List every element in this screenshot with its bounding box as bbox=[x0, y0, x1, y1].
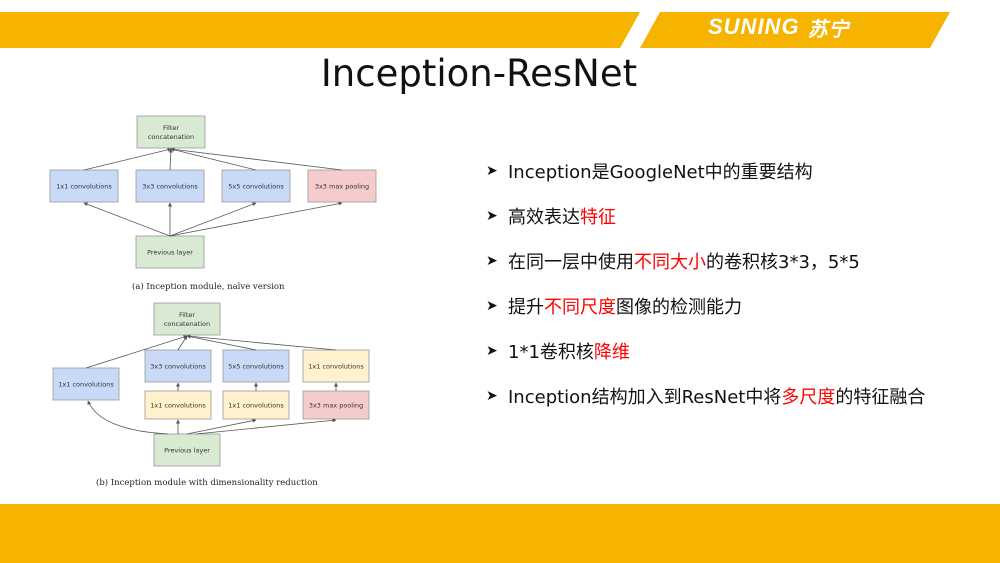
arrow-connector bbox=[186, 418, 257, 435]
suning-logo: SUNING 苏宁 bbox=[708, 14, 850, 41]
caption-a: (a) Inception module, naïve version bbox=[132, 281, 285, 292]
bullet-item: ➤ 1*1卷积核 降维 bbox=[486, 328, 986, 373]
bottom-banner bbox=[0, 504, 1000, 563]
inception-b-lower-label: 1x1 convolutions bbox=[150, 402, 206, 410]
arrow-bullet-icon: ➤ bbox=[486, 162, 498, 179]
arrow-bullet-icon: ➤ bbox=[486, 387, 498, 404]
inception-b-upper-label: 3x3 convolutions bbox=[150, 363, 206, 371]
arrow-connector bbox=[195, 418, 337, 435]
arrow-bullet-icon: ➤ bbox=[486, 342, 498, 359]
arrow-connector bbox=[83, 147, 172, 171]
inception-a-branch-label: 5x5 convolutions bbox=[228, 183, 284, 191]
caption-b: (b) Inception module with dimensionality… bbox=[96, 477, 318, 488]
bullet-item: ➤ 提升 不同尺度 图像的检测能力 bbox=[486, 283, 986, 328]
bullet-text: 在同一层中使用 bbox=[508, 251, 634, 273]
bullet-item: ➤ Inception结构加入到ResNet中将 多尺度 的特征融合 bbox=[486, 373, 986, 418]
highlight-text: 降维 bbox=[593, 341, 630, 363]
filter-concat-b-box bbox=[153, 302, 221, 336]
slide-title: Inception-ResNet bbox=[320, 52, 638, 95]
highlight-text: 多尺度 bbox=[781, 386, 836, 408]
inception-a-branch-label: 3x3 convolutions bbox=[142, 183, 198, 191]
bullet-text: Inception结构加入到ResNet中将 bbox=[508, 386, 782, 408]
bullet-item: ➤ Inception是GoogleNet中的重要结构 bbox=[486, 148, 986, 193]
bullet-item: ➤ 在同一层中使用 不同大小 的卷积核3*3，5*5 bbox=[486, 238, 986, 283]
arrow-bullet-icon: ➤ bbox=[486, 252, 498, 269]
arrow-bullet-icon: ➤ bbox=[486, 297, 498, 314]
arrow-connector bbox=[169, 201, 343, 237]
inception-b-lower-label: 3x3 max pooling bbox=[309, 402, 363, 410]
brand-cn: 苏宁 bbox=[807, 16, 850, 41]
arrow-connector bbox=[168, 148, 173, 171]
bullet-text: 1*1卷积核 bbox=[508, 341, 594, 363]
bullet-text: 的特征融合 bbox=[835, 386, 926, 408]
highlight-text: 不同尺度 bbox=[544, 296, 616, 318]
arrow-connector bbox=[170, 147, 343, 171]
inception-b-lower-label: 1x1 convolutions bbox=[228, 402, 284, 410]
arrow-connector bbox=[186, 334, 337, 351]
bullet-text: 提升 bbox=[508, 296, 544, 318]
inception-b-upper-label: 1x1 convolutions bbox=[308, 363, 364, 371]
arrow-connector bbox=[170, 147, 257, 171]
arrow-connector bbox=[83, 202, 171, 237]
bullet-text: 图像的检测能力 bbox=[616, 296, 742, 318]
bullet-list: ➤ Inception是GoogleNet中的重要结构 ➤ 高效表达 特征 ➤ 在同一层中使… bbox=[486, 148, 986, 418]
highlight-text: 特征 bbox=[580, 206, 616, 228]
inception-a-branch-label: 1x1 convolutions bbox=[56, 183, 112, 191]
top-banner bbox=[0, 12, 950, 48]
bullet-text: 高效表达 bbox=[508, 206, 580, 228]
inception-b-left-label: 1x1 convolutions bbox=[58, 381, 114, 389]
arrow-connector bbox=[186, 334, 257, 351]
inception-diagram: Filter concatenation1x1 convolutions 3x3 c… bbox=[49, 115, 377, 488]
filter-concat-a-box bbox=[136, 115, 206, 149]
arrow-bullet-icon: ➤ bbox=[486, 207, 498, 224]
inception-b-upper-label: 5x5 convolutions bbox=[228, 363, 284, 371]
arrow-connector bbox=[169, 202, 257, 237]
brand-latin: SUNING bbox=[708, 14, 800, 39]
highlight-text: 不同大小 bbox=[634, 251, 706, 273]
inception-a-branch-label: 3x3 max pooling bbox=[315, 183, 369, 191]
previous-layer-a-label: Previous layer bbox=[147, 249, 193, 257]
bullet-item: ➤ 高效表达 特征 bbox=[486, 193, 986, 238]
bullet-text: 的卷积核3*3，5*5 bbox=[706, 251, 860, 273]
bullet-text: Inception是GoogleNet中的重要结构 bbox=[508, 161, 813, 183]
previous-layer-b-label: Previous layer bbox=[164, 447, 210, 455]
